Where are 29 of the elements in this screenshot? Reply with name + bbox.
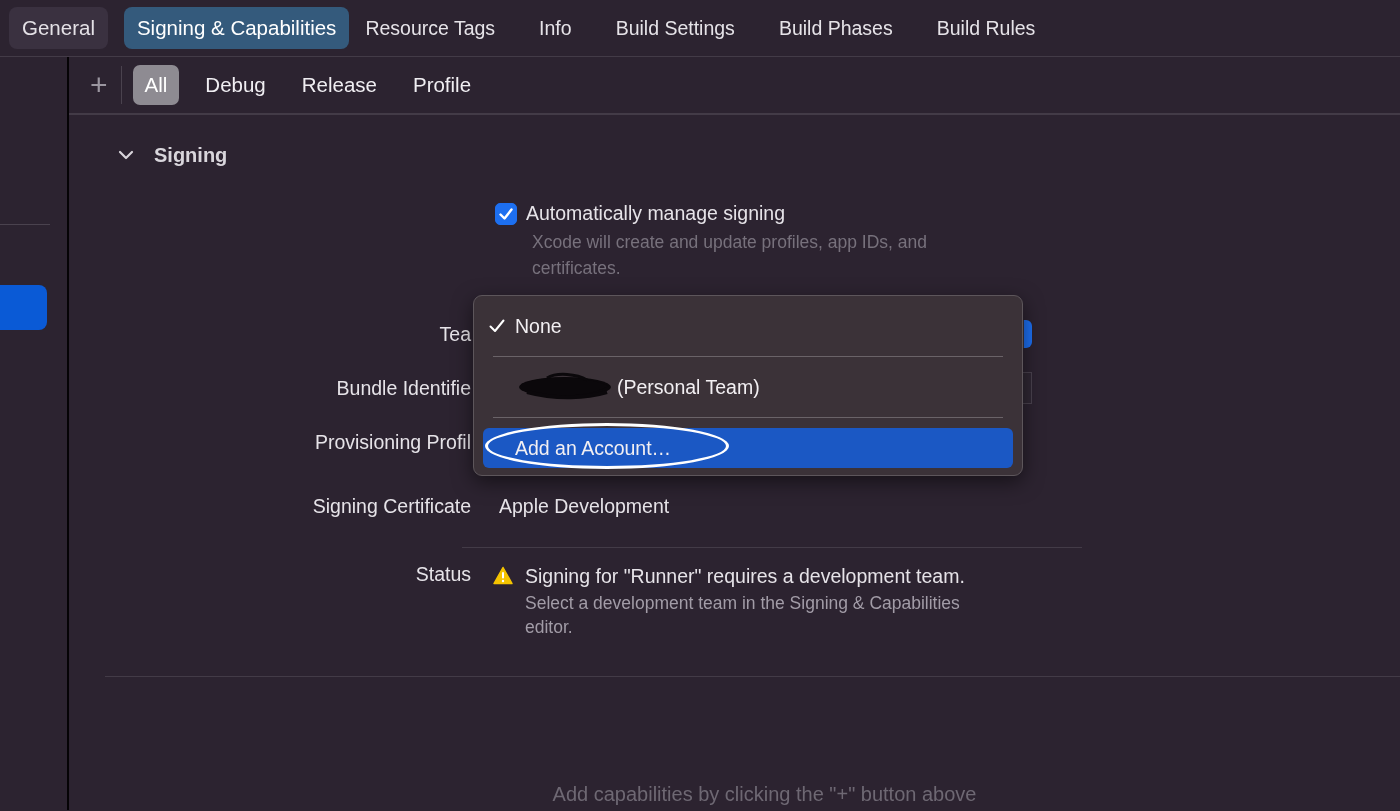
checkbox-label: Automatically manage signing: [526, 202, 786, 225]
filter-tab[interactable]: Release: [301, 65, 377, 105]
tab[interactable]: Build Settings: [615, 7, 735, 49]
filter-tab[interactable]: Profile: [412, 65, 472, 105]
field-label: Status: [414, 563, 471, 587]
add-button[interactable]: +: [86, 70, 112, 100]
tab[interactable]: Build Phases: [778, 7, 893, 49]
field-label: Bundle Identifie: [335, 376, 471, 400]
warning-icon: [493, 566, 513, 585]
menu-item[interactable]: (Personal Team): [483, 367, 1013, 407]
checkbox[interactable]: [495, 202, 517, 225]
tab[interactable]: Build Rules: [936, 7, 1036, 49]
filter-tab[interactable]: Debug: [205, 65, 266, 105]
tab[interactable]: Resource Tags: [365, 7, 496, 49]
tab[interactable]: Signing & Capabilities: [123, 7, 350, 49]
field-label: Signing Certificate: [311, 494, 471, 518]
checkmark-icon: [499, 207, 513, 220]
tab[interactable]: Info: [539, 7, 572, 49]
tab[interactable]: General: [9, 7, 108, 49]
field-value: Apple Development: [499, 494, 670, 517]
status-detail: Select a development team in the Signing & Capabilities editor.: [525, 592, 961, 639]
hint-text: Xcode will create and update profiles, app IDs, and certificates.: [532, 231, 928, 280]
section-title: Signing: [154, 143, 228, 167]
field-label: Provisioning Profil: [313, 430, 471, 454]
field-label: Tea: [438, 322, 471, 346]
status-message: Signing for "Runner" requires a development team.: [525, 564, 966, 589]
menu-item[interactable]: None: [483, 306, 1013, 346]
chevron-icon[interactable]: [118, 149, 134, 161]
empty-state-text: Add capabilities by clicking the "+" button above: [551, 783, 977, 806]
